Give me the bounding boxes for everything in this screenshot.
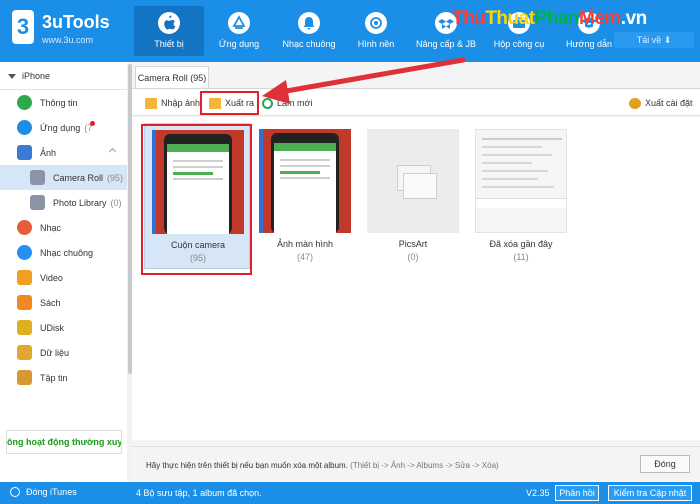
close-itunes-toggle[interactable]: Đóng iTunes bbox=[10, 487, 77, 497]
album-thumbnail bbox=[259, 129, 351, 233]
import-icon bbox=[145, 97, 157, 109]
tab-camera-roll[interactable]: Camera Roll (95) bbox=[135, 66, 209, 88]
album-screenshots[interactable]: Ảnh màn hình (47) bbox=[252, 123, 358, 269]
refresh-button[interactable]: Làm mới bbox=[262, 95, 312, 111]
sidebar-item-camera-roll[interactable]: Camera Roll (95) bbox=[0, 165, 127, 190]
book-icon bbox=[17, 295, 32, 310]
version-label: V2.35 bbox=[526, 488, 550, 498]
sidebar-item-data[interactable]: Dữ liệu bbox=[0, 340, 127, 365]
album-selection-highlight bbox=[141, 124, 252, 275]
download-button[interactable]: Tải về ⬇ bbox=[614, 32, 694, 48]
sidebar-item-books[interactable]: Sách bbox=[0, 290, 127, 315]
sidebar-item-photos[interactable]: Ảnh bbox=[0, 140, 127, 165]
app-logo: 3 bbox=[12, 10, 34, 44]
sidebar-item-udisk[interactable]: UDisk bbox=[0, 315, 127, 340]
sidebar-item-ringtones[interactable]: Nhạc chuông bbox=[0, 240, 127, 265]
folder-icon bbox=[30, 170, 45, 185]
main-panel: Camera Roll (95) Nhập ảnh Xuất ra Làm mớ… bbox=[132, 62, 700, 482]
album-thumbnail bbox=[475, 129, 567, 233]
import-photos-button[interactable]: Nhập ảnh bbox=[145, 95, 200, 111]
app-store-icon bbox=[228, 12, 250, 34]
nav-apps[interactable]: Ứng dụng bbox=[204, 6, 274, 56]
status-bar: Đóng iTunes 4 Bộ sưu tập, 1 album đã chọ… bbox=[0, 482, 700, 504]
top-bar: 3 3uTools www.3u.com Thiết bị Ứng dụng N… bbox=[0, 0, 700, 62]
nav-device[interactable]: Thiết bị bbox=[134, 6, 204, 56]
apple-icon bbox=[158, 12, 180, 34]
selection-info: 4 Bộ sưu tập, 1 album đã chọn. bbox=[136, 488, 262, 498]
sidebar-item-photo-library[interactable]: Photo Library (0) bbox=[0, 190, 127, 215]
music-icon bbox=[17, 220, 32, 235]
file-icon bbox=[17, 370, 32, 385]
udisk-icon bbox=[17, 320, 32, 335]
device-node[interactable]: iPhone bbox=[0, 62, 127, 90]
sidebar-item-apps[interactable]: Ứng dụng (7 bbox=[0, 115, 127, 140]
nav-wallpapers[interactable]: Hình nền bbox=[344, 6, 408, 56]
feedback-button[interactable]: Phản hồi bbox=[555, 485, 599, 501]
album-thumbnail bbox=[367, 129, 459, 233]
collapse-triangle-icon bbox=[8, 74, 16, 80]
sidebar-item-files[interactable]: Tập tin bbox=[0, 365, 127, 390]
radio-icon bbox=[10, 487, 20, 497]
flower-icon bbox=[365, 12, 387, 34]
export-settings-button[interactable]: Xuất cài đặt bbox=[629, 95, 693, 111]
export-highlight-box bbox=[200, 91, 259, 115]
sidebar: iPhone Thông tin Ứng dụng (7 Ảnh Camera … bbox=[0, 62, 128, 482]
check-update-button[interactable]: Kiểm tra Cập nhật bbox=[608, 485, 692, 501]
bell-icon bbox=[298, 12, 320, 34]
chevron-up-icon[interactable] bbox=[108, 147, 117, 156]
download-icon: ⬇ bbox=[663, 35, 672, 45]
delete-album-hint: Hãy thực hiện trên thiết bị nếu bạn muốn… bbox=[146, 461, 499, 470]
album-picsart[interactable]: PicsArt (0) bbox=[360, 123, 466, 269]
hint-bar: Hãy thực hiện trên thiết bị nếu bạn muốn… bbox=[132, 446, 700, 482]
app-url: www.3u.com bbox=[42, 35, 94, 45]
sidebar-item-info[interactable]: Thông tin bbox=[0, 90, 127, 115]
photo-icon bbox=[17, 145, 32, 160]
bell-icon bbox=[17, 245, 32, 260]
close-button[interactable]: Đóng bbox=[640, 455, 690, 473]
app-brand: 3uTools bbox=[42, 12, 110, 32]
status-marquee: ông hoạt động thường xuyê bbox=[6, 430, 122, 454]
nav-ringtones[interactable]: Nhạc chuông bbox=[274, 6, 344, 56]
data-icon bbox=[17, 345, 32, 360]
album-recently-deleted[interactable]: Đã xóa gần đây (11) bbox=[468, 123, 574, 269]
gear-icon bbox=[629, 97, 641, 109]
info-icon bbox=[17, 95, 32, 110]
watermark-text: ThuThuatPhanMem.vn bbox=[452, 8, 647, 29]
app-store-icon bbox=[17, 120, 32, 135]
folder-icon bbox=[30, 195, 45, 210]
refresh-icon bbox=[262, 97, 273, 109]
sidebar-item-video[interactable]: Video bbox=[0, 265, 127, 290]
video-icon bbox=[17, 270, 32, 285]
sidebar-item-music[interactable]: Nhạc bbox=[0, 215, 127, 240]
notification-dot bbox=[90, 121, 95, 126]
